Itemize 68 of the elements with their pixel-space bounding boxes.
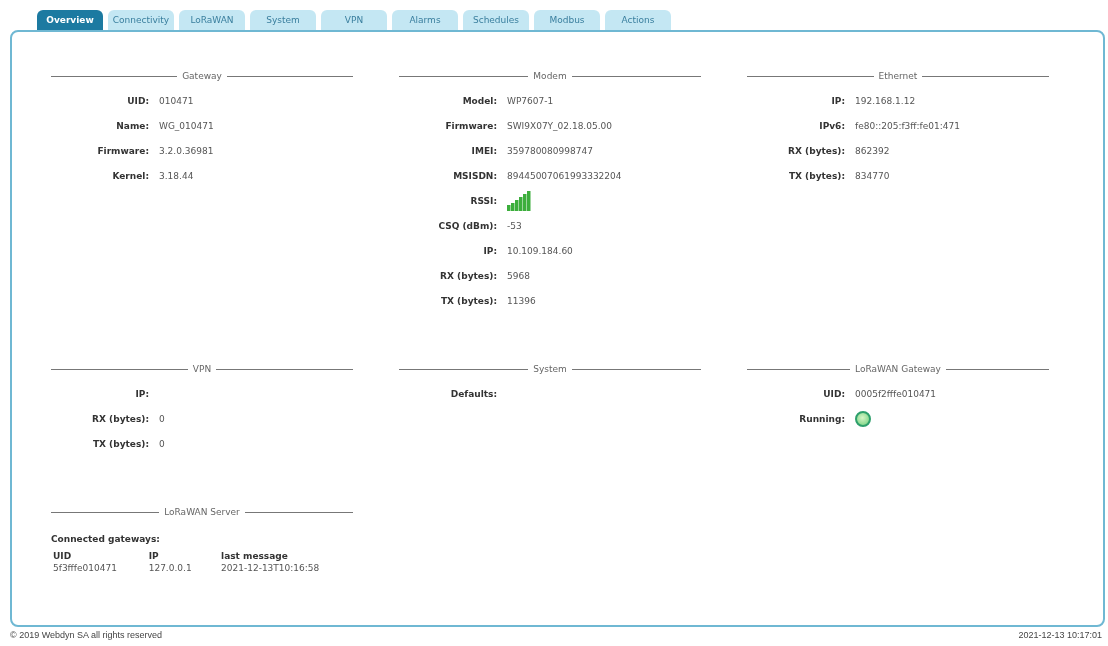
field-value: 359780080998747 bbox=[507, 145, 593, 156]
field-label: IP: bbox=[830, 95, 846, 106]
field-label: RX (bytes): bbox=[91, 413, 150, 424]
field-label: CSQ (dBm): bbox=[437, 220, 498, 231]
field-value: 010471 bbox=[159, 95, 194, 106]
datetime-text: 2021-12-13 10:17:01 bbox=[1018, 630, 1102, 640]
tab[interactable]: Actions bbox=[605, 10, 671, 30]
field-value: 0 bbox=[159, 413, 165, 424]
field-label: UID: bbox=[822, 388, 846, 399]
field-label: Firmware: bbox=[444, 120, 498, 131]
tab[interactable]: Schedules bbox=[463, 10, 529, 30]
signal-strength-icon bbox=[507, 190, 531, 211]
tab[interactable]: VPN bbox=[321, 10, 387, 30]
field-value: 11396 bbox=[507, 295, 536, 306]
field-label: Name: bbox=[115, 120, 150, 131]
field-label: Model: bbox=[461, 95, 498, 106]
tab[interactable]: Alarms bbox=[392, 10, 458, 30]
tab[interactable]: Connectivity bbox=[108, 10, 174, 30]
field-value: WG_010471 bbox=[159, 120, 214, 131]
field-value: fe80::205:f3ff:fe01:471 bbox=[855, 120, 960, 131]
field-value: 834770 bbox=[855, 170, 890, 181]
column-header: last message bbox=[220, 550, 289, 562]
section-title: Modem bbox=[533, 71, 567, 81]
field-value: SWI9X07Y_02.18.05.00 bbox=[507, 120, 612, 131]
field-value: 5968 bbox=[507, 270, 530, 281]
section-title: Ethernet bbox=[878, 71, 918, 81]
field-value: 10.109.184.60 bbox=[507, 245, 573, 256]
field-label: TX (bytes): bbox=[91, 438, 150, 449]
tab[interactable]: LoRaWAN bbox=[179, 10, 245, 30]
column-header: UID bbox=[52, 550, 73, 562]
field-label: RSSI: bbox=[469, 195, 498, 206]
field-label: MSISDN: bbox=[452, 170, 498, 181]
field-value: 3.2.0.36981 bbox=[159, 145, 214, 156]
table-cell-text: 2021-12-13T10:16:58 bbox=[220, 562, 321, 574]
field-label: IMEI: bbox=[470, 145, 498, 156]
field-value: 862392 bbox=[855, 145, 890, 156]
table-cell-text: 127.0.0.1 bbox=[147, 562, 193, 574]
field-value: -53 bbox=[507, 220, 522, 231]
field-label: IP: bbox=[482, 245, 498, 256]
field-label: Kernel: bbox=[111, 170, 150, 181]
field-label: UID: bbox=[126, 95, 150, 106]
field-value: 3.18.44 bbox=[159, 170, 194, 181]
subheading: Connected gateways: bbox=[51, 534, 161, 544]
field-label: IPv6: bbox=[818, 120, 846, 131]
field-label: RX (bytes): bbox=[439, 270, 498, 281]
section-title: Gateway bbox=[182, 71, 222, 81]
field-value: 89445007061993332204 bbox=[507, 170, 622, 181]
column-header: IP bbox=[147, 550, 160, 562]
field-label: TX (bytes): bbox=[787, 170, 846, 181]
copyright-text: © 2019 Webdyn SA all rights reserved bbox=[10, 630, 163, 640]
table-cell-text: 5f3fffe010471 bbox=[52, 562, 118, 574]
tab[interactable]: Modbus bbox=[534, 10, 600, 30]
tab[interactable]: Overview bbox=[37, 10, 103, 30]
field-label: Firmware: bbox=[96, 145, 150, 156]
field-label: Defaults: bbox=[449, 388, 498, 399]
field-value: 0005f2fffe010471 bbox=[855, 388, 937, 399]
section-title: System bbox=[533, 364, 567, 374]
field-value: 192.168.1.12 bbox=[855, 95, 916, 106]
field-label: RX (bytes): bbox=[787, 145, 846, 156]
field-label: TX (bytes): bbox=[439, 295, 498, 306]
field-label: Running: bbox=[798, 413, 846, 424]
field-value: 0 bbox=[159, 438, 165, 449]
section-title: LoRaWAN Gateway bbox=[855, 364, 941, 374]
field-value: WP7607-1 bbox=[507, 95, 554, 106]
field-label: IP: bbox=[134, 388, 150, 399]
tab[interactable]: System bbox=[250, 10, 316, 30]
section-title: LoRaWAN Server bbox=[164, 507, 240, 517]
section-title: VPN bbox=[192, 364, 212, 374]
